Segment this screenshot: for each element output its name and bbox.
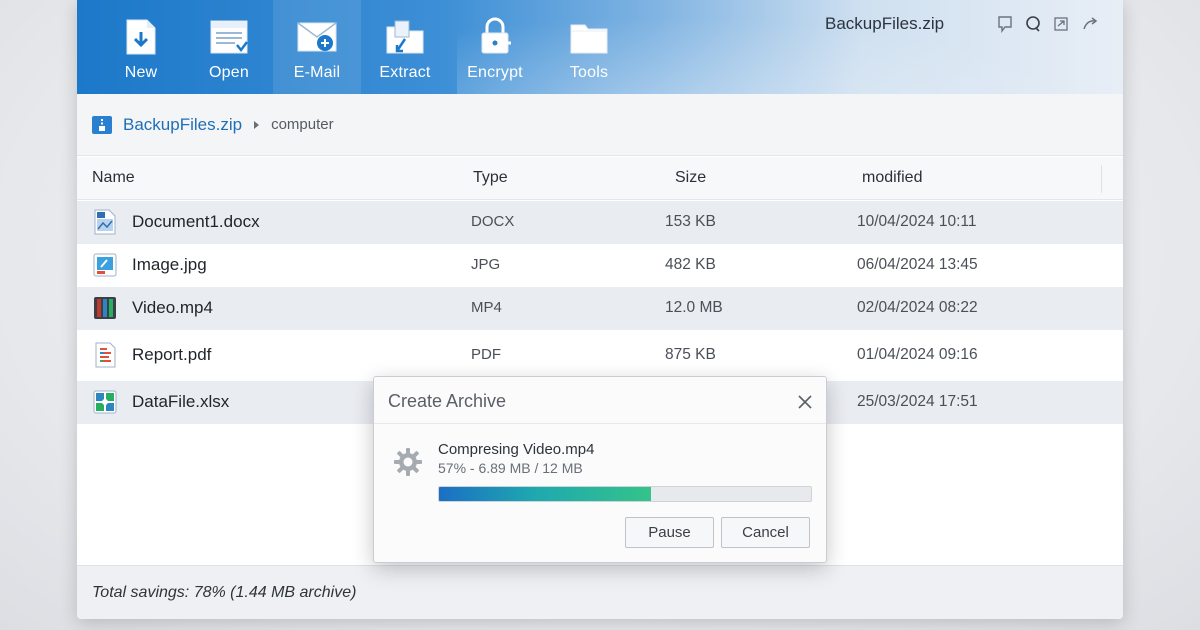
tools-button-label: Tools — [569, 64, 609, 81]
tools-icon — [567, 16, 611, 58]
file-modified: 25/03/2024 17:51 — [857, 393, 978, 410]
extract-button-label: Extract — [379, 64, 431, 81]
file-name: Report.pdf — [132, 345, 212, 364]
file-type: MP4 — [471, 299, 502, 316]
feedback-icon[interactable] — [995, 14, 1015, 34]
file-type: DOCX — [471, 213, 515, 230]
image-file-icon — [92, 252, 118, 278]
zip-archive-icon — [91, 114, 113, 136]
extract-button[interactable]: Extract — [361, 0, 449, 94]
compression-message: Compresing Video.mp4 — [438, 441, 595, 458]
file-size: 482 KB — [665, 256, 716, 273]
open-button[interactable]: Open — [185, 0, 273, 94]
column-header-type[interactable]: Type — [473, 169, 508, 187]
progress-bar-fill — [439, 487, 652, 501]
file-size: 12.0 MB — [665, 299, 723, 316]
word-document-icon — [92, 209, 118, 235]
table-row[interactable]: Image.jpg JPG 482 KB 06/04/2024 13:45 — [77, 244, 1123, 287]
breadcrumb: BackupFiles.zip computer — [77, 94, 1123, 156]
new-archive-icon — [119, 16, 163, 58]
spreadsheet-file-icon — [92, 389, 118, 415]
close-icon[interactable] — [794, 391, 816, 413]
dialog-divider — [374, 423, 826, 424]
video-file-icon — [92, 295, 118, 321]
column-header-name[interactable]: Name — [92, 169, 135, 187]
file-name: Video.mp4 — [132, 298, 213, 317]
encrypt-icon — [473, 16, 517, 58]
column-divider — [1101, 165, 1102, 193]
desktop-background: New Open E-Mail Extract Encrypt Tools Ba… — [0, 0, 1200, 630]
dialog-title: Create Archive — [388, 391, 507, 411]
open-button-label: Open — [209, 64, 249, 81]
email-icon — [295, 16, 339, 58]
encrypt-button[interactable]: Encrypt — [451, 0, 539, 94]
file-size: 875 KB — [665, 346, 716, 363]
restore-window-icon[interactable] — [1051, 14, 1071, 34]
breadcrumb-archive[interactable]: BackupFiles.zip — [91, 114, 242, 136]
file-name: DataFile.xlsx — [132, 392, 230, 411]
file-type: PDF — [471, 346, 501, 363]
file-modified: 01/04/2024 09:16 — [857, 346, 978, 363]
tools-button[interactable]: Tools — [545, 0, 633, 94]
open-icon — [207, 16, 251, 58]
pause-button[interactable]: Pause — [625, 517, 714, 548]
table-header: Name Type Size modified — [77, 157, 1123, 200]
breadcrumb-archive-label: BackupFiles.zip — [123, 114, 243, 134]
window-title: BackupFiles.zip — [825, 14, 945, 33]
progress-bar — [438, 486, 812, 502]
chat-icon[interactable] — [1023, 14, 1043, 34]
email-button-label: E-Mail — [293, 64, 341, 81]
file-type: JPG — [471, 256, 501, 273]
new-button[interactable]: New — [97, 0, 185, 94]
file-modified: 10/04/2024 10:11 — [857, 213, 977, 230]
breadcrumb-folder[interactable]: computer — [271, 116, 334, 133]
extract-icon — [383, 16, 427, 58]
status-bar: Total savings: 78% (1.44 MB archive) — [77, 565, 1123, 619]
ribbon-toolbar: New Open E-Mail Extract Encrypt Tools Ba… — [77, 0, 1123, 94]
status-text: Total savings: 78% (1.44 MB archive) — [92, 584, 357, 601]
create-archive-dialog: Create Archive Compresing Video.mp4 57% … — [373, 376, 827, 563]
column-header-size[interactable]: Size — [675, 169, 706, 187]
gear-icon — [392, 446, 424, 478]
share-icon[interactable] — [1081, 14, 1101, 34]
column-header-modified[interactable]: modified — [862, 169, 922, 187]
file-size: 153 KB — [665, 213, 716, 230]
encrypt-button-label: Encrypt — [467, 64, 523, 81]
email-button[interactable]: E-Mail — [273, 0, 361, 94]
pdf-file-icon — [92, 342, 118, 368]
cancel-button[interactable]: Cancel — [721, 517, 810, 548]
file-modified: 02/04/2024 08:22 — [857, 299, 978, 316]
file-name: Image.jpg — [132, 255, 207, 274]
breadcrumb-separator-icon — [254, 120, 260, 129]
table-row[interactable]: Video.mp4 MP4 12.0 MB 02/04/2024 08:22 — [77, 287, 1123, 330]
table-row[interactable]: Report.pdf PDF 875 KB 01/04/2024 09:16 — [77, 334, 1123, 377]
file-modified: 06/04/2024 13:45 — [857, 256, 978, 273]
table-row[interactable]: Document1.docx DOCX 153 KB 10/04/2024 10… — [77, 201, 1123, 244]
new-button-label: New — [124, 64, 158, 81]
file-name: Document1.docx — [132, 212, 260, 231]
progress-text: 57% - 6.89 MB / 12 MB — [438, 460, 583, 476]
